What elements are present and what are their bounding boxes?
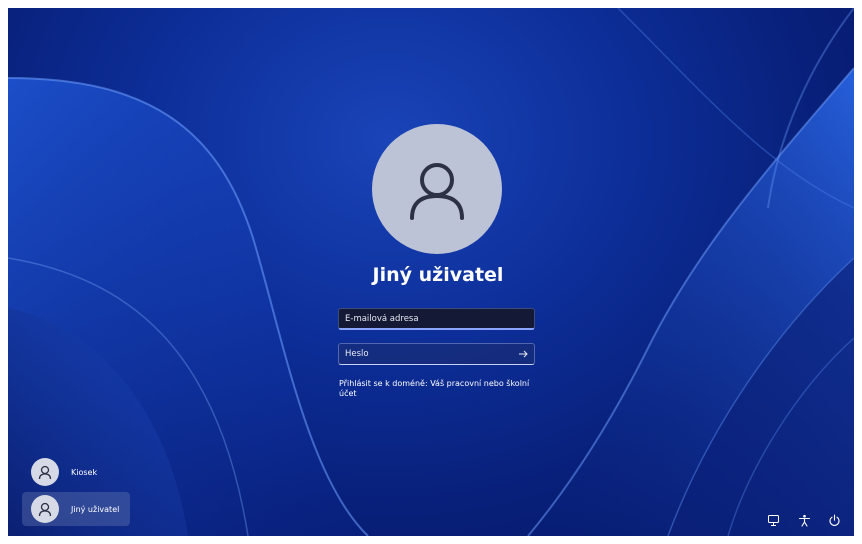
user-item-kiosek[interactable]: Kiosek [22, 455, 130, 489]
domain-info-text: Přihlásit se k doméně: Váš pracovní nebo… [339, 379, 530, 398]
submit-button[interactable] [514, 345, 532, 363]
password-field[interactable] [338, 343, 535, 365]
arrow-right-icon [519, 350, 528, 358]
user-item-label: Jiný uživatel [71, 504, 120, 514]
user-name-heading: Jiný uživatel [372, 264, 504, 286]
network-icon [767, 514, 779, 526]
person-icon [410, 163, 464, 220]
power-button[interactable] [825, 511, 843, 529]
email-field[interactable] [338, 308, 535, 330]
user-avatar-small [31, 495, 59, 523]
user-item-other-user[interactable]: Jiný uživatel [22, 492, 130, 526]
user-avatar-small [31, 458, 59, 486]
person-icon [38, 465, 52, 480]
lock-screen: Jiný uživatel Přihlásit se k doméně: Váš… [8, 8, 854, 536]
password-field-wrapper [338, 343, 535, 365]
accessibility-button[interactable] [795, 511, 813, 529]
network-button[interactable] [764, 511, 782, 529]
user-avatar [372, 124, 502, 254]
person-icon [38, 502, 52, 517]
accessibility-icon [798, 514, 810, 527]
user-switcher-list: Kiosek Jiný uživatel [22, 455, 130, 529]
power-icon [829, 513, 839, 526]
user-item-label: Kiosek [71, 467, 98, 477]
